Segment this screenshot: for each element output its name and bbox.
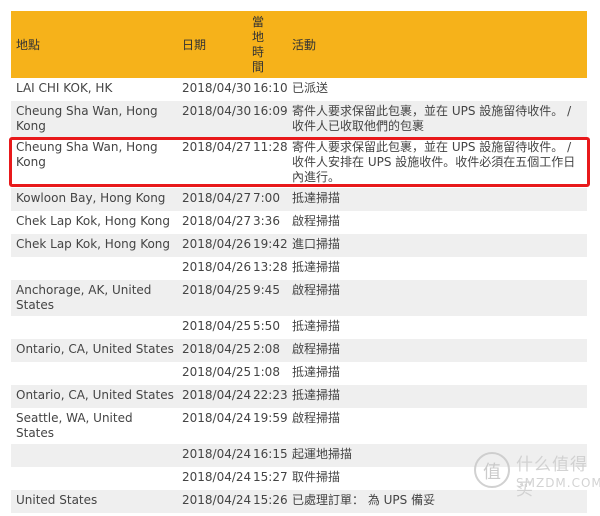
row-time: 22:23 — [253, 388, 288, 402]
row-time: 19:59 — [253, 411, 288, 425]
table-row: Ontario, CA, United States 2018/04/24 22… — [11, 385, 587, 408]
row-date: 2018/04/25 — [182, 319, 252, 333]
watermark-cn-text: 什么值得买 — [516, 455, 588, 500]
table-row: Anchorage, AK, United States 2018/04/25 … — [11, 280, 587, 316]
row-location: Seattle, WA, United States — [16, 411, 133, 440]
row-time: 9:45 — [253, 283, 280, 297]
table-row: Chek Lap Kok, Hong Kong 2018/04/27 3:36 … — [11, 211, 587, 234]
row-time: 15:27 — [253, 470, 288, 484]
table-row-highlighted: Cheung Sha Wan, Hong Kong 2018/04/27 11:… — [11, 137, 587, 188]
smzdm-logo-icon: 值 — [474, 452, 510, 488]
row-date: 2018/04/24 — [182, 470, 252, 484]
row-location: LAI CHI KOK, HK — [16, 81, 113, 95]
row-time: 13:28 — [253, 260, 288, 274]
header-local-time: 當地時間 — [250, 11, 287, 78]
table-row: Cheung Sha Wan, Hong Kong 2018/04/30 16:… — [11, 101, 587, 137]
row-location — [11, 257, 177, 280]
table-row: LAI CHI KOK, HK 2018/04/30 16:10 已派送 — [11, 78, 587, 101]
row-date: 2018/04/24 — [182, 411, 252, 425]
row-time: 16:09 — [253, 104, 288, 118]
row-date: 2018/04/24 — [182, 447, 252, 461]
row-activity: 啟程掃描 — [292, 411, 341, 425]
row-location: Cheung Sha Wan, Hong Kong — [16, 104, 158, 133]
row-location: Kowloon Bay, Hong Kong — [16, 191, 166, 205]
header-location: 地點 — [16, 38, 41, 52]
row-location: United States — [16, 493, 98, 507]
row-location: Ontario, CA, United States — [16, 342, 174, 356]
row-activity: 寄件人要求保留此包裹，並在 UPS 設施留待收件。 / 收件人安排在 UPS 設… — [292, 140, 576, 184]
row-activity: 抵達掃描 — [292, 365, 341, 379]
row-location — [11, 444, 177, 467]
row-date: 2018/04/25 — [182, 283, 252, 297]
row-activity: 進口掃描 — [292, 237, 341, 251]
row-location: Chek Lap Kok, Hong Kong — [16, 237, 171, 251]
row-date: 2018/04/26 — [182, 237, 252, 251]
watermark-en-text: SMZDM.COM — [516, 476, 600, 490]
row-time: 11:28 — [253, 140, 288, 154]
row-location — [11, 467, 177, 490]
row-activity: 抵達掃描 — [292, 388, 341, 402]
row-activity: 抵達掃描 — [292, 191, 341, 205]
table-row: 2018/04/25 1:08 抵達掃描 — [11, 362, 587, 385]
row-activity: 抵達掃描 — [292, 260, 341, 274]
row-activity: 抵達掃描 — [292, 319, 341, 333]
row-date: 2018/04/24 — [182, 388, 252, 402]
header-date: 日期 — [182, 38, 207, 52]
row-time: 19:42 — [253, 237, 288, 251]
row-date: 2018/04/25 — [182, 342, 252, 356]
table-row: 2018/04/25 5:50 抵達掃描 — [11, 316, 587, 339]
row-activity: 啟程掃描 — [292, 214, 341, 228]
smzdm-logo-glyph: 值 — [483, 462, 501, 483]
row-time: 15:26 — [253, 493, 288, 507]
table-header-row: 地點 日期 當地時間 活動 — [11, 11, 587, 78]
row-date: 2018/04/27 — [182, 191, 252, 205]
row-time: 5:50 — [253, 319, 280, 333]
row-time: 2:08 — [253, 342, 280, 356]
row-date: 2018/04/26 — [182, 260, 252, 274]
row-time: 7:00 — [253, 191, 280, 205]
header-local-time-label: 當地時間 — [252, 14, 265, 74]
row-time: 3:36 — [253, 214, 280, 228]
row-location — [11, 316, 177, 339]
row-location: Ontario, CA, United States — [16, 388, 174, 402]
row-time: 1:08 — [253, 365, 280, 379]
tracking-table-container: 地點 日期 當地時間 活動 LAI CHI KOK, HK 2018/04/30… — [11, 11, 587, 513]
row-date: 2018/04/24 — [182, 493, 252, 507]
row-location — [11, 362, 177, 385]
row-time: 16:10 — [253, 81, 288, 95]
smzdm-watermark: 值 什么值得买 SMZDM.COM — [474, 450, 600, 502]
header-activity: 活動 — [292, 38, 317, 52]
table-row: Seattle, WA, United States 2018/04/24 19… — [11, 408, 587, 444]
row-date: 2018/04/25 — [182, 365, 252, 379]
table-row: Kowloon Bay, Hong Kong 2018/04/27 7:00 抵… — [11, 188, 587, 211]
table-row: Chek Lap Kok, Hong Kong 2018/04/26 19:42… — [11, 234, 587, 257]
row-location: Chek Lap Kok, Hong Kong — [16, 214, 171, 228]
row-activity: 寄件人要求保留此包裹，並在 UPS 設施留待收件。 / 收件人已收取他們的包裹 — [292, 104, 572, 133]
row-date: 2018/04/27 — [182, 214, 252, 228]
tracking-history-table: 地點 日期 當地時間 活動 LAI CHI KOK, HK 2018/04/30… — [11, 11, 587, 513]
row-date: 2018/04/30 — [182, 81, 252, 95]
row-location: Cheung Sha Wan, Hong Kong — [16, 140, 158, 169]
row-location: Anchorage, AK, United States — [16, 283, 152, 312]
row-date: 2018/04/30 — [182, 104, 252, 118]
row-date: 2018/04/27 — [182, 140, 252, 154]
table-row: 2018/04/26 13:28 抵達掃描 — [11, 257, 587, 280]
table-row: Ontario, CA, United States 2018/04/25 2:… — [11, 339, 587, 362]
row-activity: 已派送 — [292, 81, 329, 95]
row-time: 16:15 — [253, 447, 288, 461]
row-activity: 啟程掃描 — [292, 342, 341, 356]
row-activity: 啟程掃描 — [292, 283, 341, 297]
